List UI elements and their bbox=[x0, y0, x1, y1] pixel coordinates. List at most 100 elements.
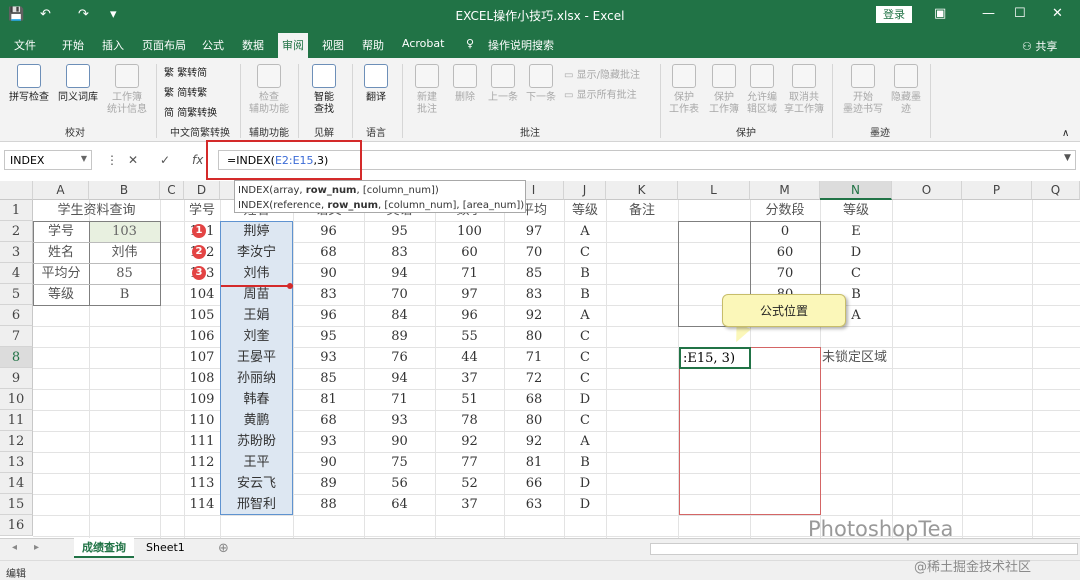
column-header[interactable]: A bbox=[33, 181, 89, 200]
lookup-label[interactable]: 学号 bbox=[33, 221, 89, 242]
student-data-cell[interactable]: 37 bbox=[435, 494, 504, 515]
student-data-cell[interactable]: 94 bbox=[364, 263, 435, 284]
row-header[interactable]: 4 bbox=[0, 263, 33, 284]
grade-table-cell[interactable]: 0 bbox=[750, 221, 820, 242]
student-name-cell[interactable]: 刘伟 bbox=[220, 263, 293, 284]
thesaurus-button[interactable]: 同义词库 bbox=[54, 64, 102, 104]
grade-table-header[interactable]: 分数段 bbox=[750, 200, 820, 221]
student-data-cell[interactable]: 68 bbox=[504, 389, 564, 410]
close-icon[interactable]: ✕ bbox=[1052, 6, 1063, 21]
student-data-cell[interactable]: 95 bbox=[364, 221, 435, 242]
student-data-cell[interactable]: C bbox=[564, 242, 606, 263]
student-data-cell[interactable]: C bbox=[564, 368, 606, 389]
minimize-icon[interactable]: — bbox=[982, 6, 995, 21]
check-accessibility-button[interactable]: 检查 辅助功能 bbox=[246, 64, 292, 116]
student-data-cell[interactable]: 64 bbox=[364, 494, 435, 515]
student-data-cell[interactable]: 68 bbox=[293, 242, 364, 263]
new-comment-button[interactable]: 新建 批注 bbox=[408, 64, 446, 116]
student-data-cell[interactable]: 85 bbox=[293, 368, 364, 389]
column-header[interactable]: B bbox=[89, 181, 160, 200]
add-sheet-icon[interactable]: ⊕ bbox=[218, 541, 229, 556]
hide-ink-button[interactable]: 隐藏墨 迹 bbox=[888, 64, 924, 116]
row-header[interactable]: 13 bbox=[0, 452, 33, 473]
show-all-comments-button[interactable]: ▭ 显示所有批注 bbox=[564, 86, 637, 101]
student-data-cell[interactable]: 60 bbox=[435, 242, 504, 263]
student-data-cell[interactable]: 44 bbox=[435, 347, 504, 368]
student-data-cell[interactable]: 90 bbox=[293, 452, 364, 473]
student-data-cell[interactable]: 71 bbox=[364, 389, 435, 410]
grade-table-cell[interactable]: 70 bbox=[750, 263, 820, 284]
tell-me-search[interactable]: 操作说明搜索 bbox=[488, 37, 554, 53]
tab-insert[interactable]: 插入 bbox=[102, 37, 124, 53]
student-data-cell[interactable]: 85 bbox=[504, 263, 564, 284]
student-data-cell[interactable]: 92 bbox=[435, 431, 504, 452]
lookup-value[interactable]: B bbox=[89, 284, 160, 305]
column-title-cell[interactable]: 等级 bbox=[564, 200, 606, 221]
student-data-cell[interactable]: D bbox=[564, 473, 606, 494]
student-data-cell[interactable]: 83 bbox=[364, 242, 435, 263]
student-data-cell[interactable]: 97 bbox=[435, 284, 504, 305]
student-data-cell[interactable]: 90 bbox=[293, 263, 364, 284]
grade-table-header[interactable]: 等级 bbox=[820, 200, 892, 221]
horizontal-scrollbar[interactable] bbox=[650, 543, 1078, 555]
student-data-cell[interactable]: 71 bbox=[435, 263, 504, 284]
enter-check-icon[interactable]: ✓ bbox=[160, 153, 170, 167]
student-data-cell[interactable]: 89 bbox=[364, 326, 435, 347]
student-data-cell[interactable]: 78 bbox=[435, 410, 504, 431]
row-header[interactable]: 11 bbox=[0, 410, 33, 431]
convert-button[interactable]: 简 简繁转换 bbox=[164, 104, 217, 119]
student-name-cell[interactable]: 周苗 bbox=[220, 284, 293, 305]
student-name-cell[interactable]: 苏盼盼 bbox=[220, 431, 293, 452]
tab-review[interactable]: 审阅 bbox=[278, 33, 308, 58]
column-header[interactable]: C bbox=[160, 181, 184, 200]
allow-edit-ranges-button[interactable]: 允许编 辑区域 bbox=[744, 64, 780, 116]
unlocked-region-label[interactable]: 未锁定区域 bbox=[822, 347, 922, 368]
student-data-cell[interactable]: C bbox=[564, 410, 606, 431]
student-name-cell[interactable]: 荆婷 bbox=[220, 221, 293, 242]
collapse-ribbon-icon[interactable]: ∧ bbox=[1062, 128, 1069, 139]
student-data-cell[interactable]: 80 bbox=[504, 410, 564, 431]
student-name-cell[interactable]: 王晏平 bbox=[220, 347, 293, 368]
row-header[interactable]: 10 bbox=[0, 389, 33, 410]
column-header[interactable]: J bbox=[564, 181, 606, 200]
name-box-dropdown-icon[interactable]: ▼ bbox=[81, 154, 87, 163]
column-header[interactable]: K bbox=[606, 181, 678, 200]
insert-function-icon[interactable]: fx bbox=[192, 153, 203, 167]
student-data-cell[interactable]: 70 bbox=[364, 284, 435, 305]
row-header[interactable]: 1 bbox=[0, 200, 33, 221]
student-data-cell[interactable]: A bbox=[564, 221, 606, 242]
sheet-tab-grade-query[interactable]: 成绩查询 bbox=[74, 538, 134, 558]
row-header[interactable]: 15 bbox=[0, 494, 33, 515]
student-data-cell[interactable]: A bbox=[564, 305, 606, 326]
grade-table-cell[interactable]: E bbox=[820, 221, 892, 242]
lookup-label[interactable]: 平均分 bbox=[33, 263, 89, 284]
lookup-label[interactable]: 姓名 bbox=[33, 242, 89, 263]
show-hide-comment-button[interactable]: ▭ 显示/隐藏批注 bbox=[564, 66, 640, 81]
select-all-corner[interactable] bbox=[0, 181, 33, 200]
student-data-cell[interactable]: 100 bbox=[435, 221, 504, 242]
student-name-cell[interactable]: 刘奎 bbox=[220, 326, 293, 347]
student-data-cell[interactable]: 106 bbox=[184, 326, 220, 347]
student-data-cell[interactable]: 107 bbox=[184, 347, 220, 368]
student-data-cell[interactable]: 72 bbox=[504, 368, 564, 389]
student-data-cell[interactable]: A bbox=[564, 431, 606, 452]
lookup-title[interactable]: 学生资料查询 bbox=[33, 200, 160, 221]
lookup-value[interactable]: 刘伟 bbox=[89, 242, 160, 263]
column-title-cell[interactable]: 备注 bbox=[606, 200, 678, 221]
column-title-cell[interactable]: 学号 bbox=[184, 200, 220, 221]
maximize-icon[interactable]: ☐ bbox=[1014, 6, 1026, 21]
scroll-left-icon[interactable]: ◂ bbox=[12, 542, 17, 553]
column-header[interactable]: O bbox=[892, 181, 962, 200]
student-data-cell[interactable]: 81 bbox=[504, 452, 564, 473]
trad-to-simp-button[interactable]: 繁 繁转简 bbox=[164, 64, 207, 79]
student-data-cell[interactable]: C bbox=[564, 347, 606, 368]
student-data-cell[interactable]: 63 bbox=[504, 494, 564, 515]
student-data-cell[interactable]: 83 bbox=[293, 284, 364, 305]
row-header[interactable]: 6 bbox=[0, 305, 33, 326]
login-button[interactable]: 登录 bbox=[876, 6, 912, 23]
next-comment-button[interactable]: 下一条 bbox=[522, 64, 560, 104]
student-name-cell[interactable]: 王娟 bbox=[220, 305, 293, 326]
row-header[interactable]: 5 bbox=[0, 284, 33, 305]
tab-help[interactable]: 帮助 bbox=[362, 37, 384, 53]
lookup-value[interactable]: 103 bbox=[89, 221, 160, 242]
